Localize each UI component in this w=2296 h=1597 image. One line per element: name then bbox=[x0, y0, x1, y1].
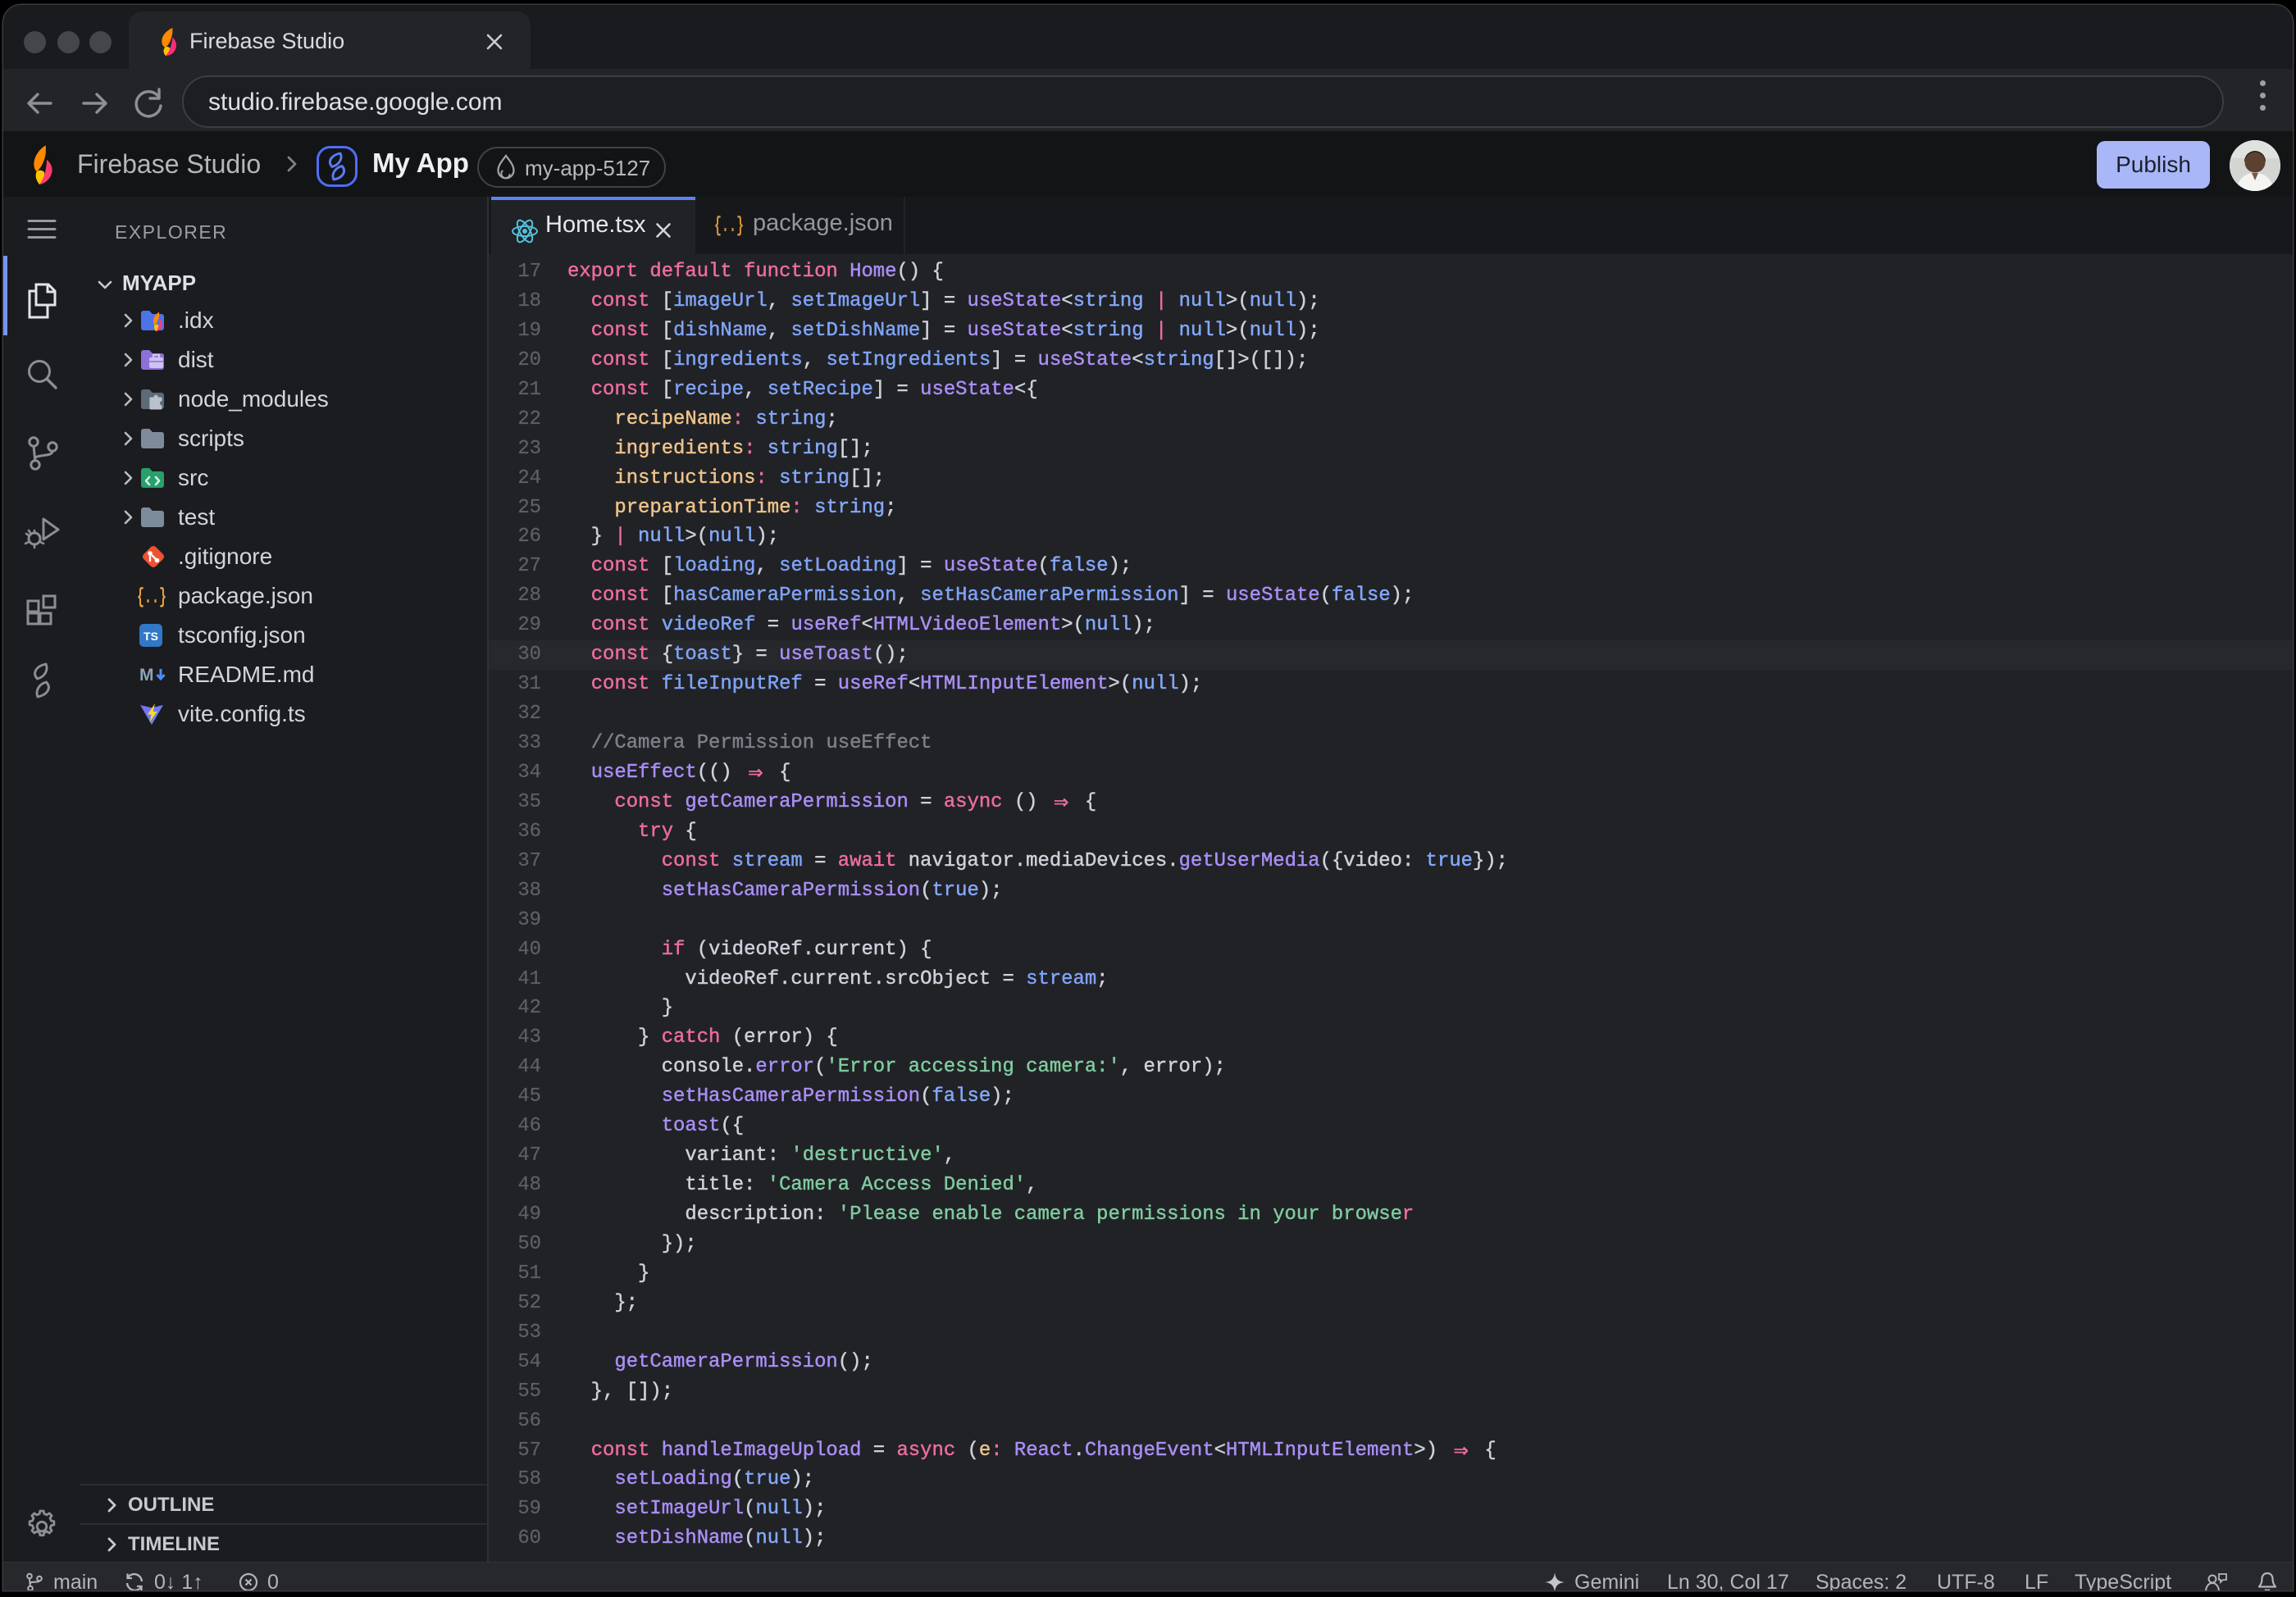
svg-text:M: M bbox=[139, 666, 154, 685]
svg-text:{..}: {..} bbox=[714, 213, 744, 237]
svg-text:TS: TS bbox=[144, 630, 158, 643]
svg-text:{..}: {..} bbox=[137, 585, 166, 608]
